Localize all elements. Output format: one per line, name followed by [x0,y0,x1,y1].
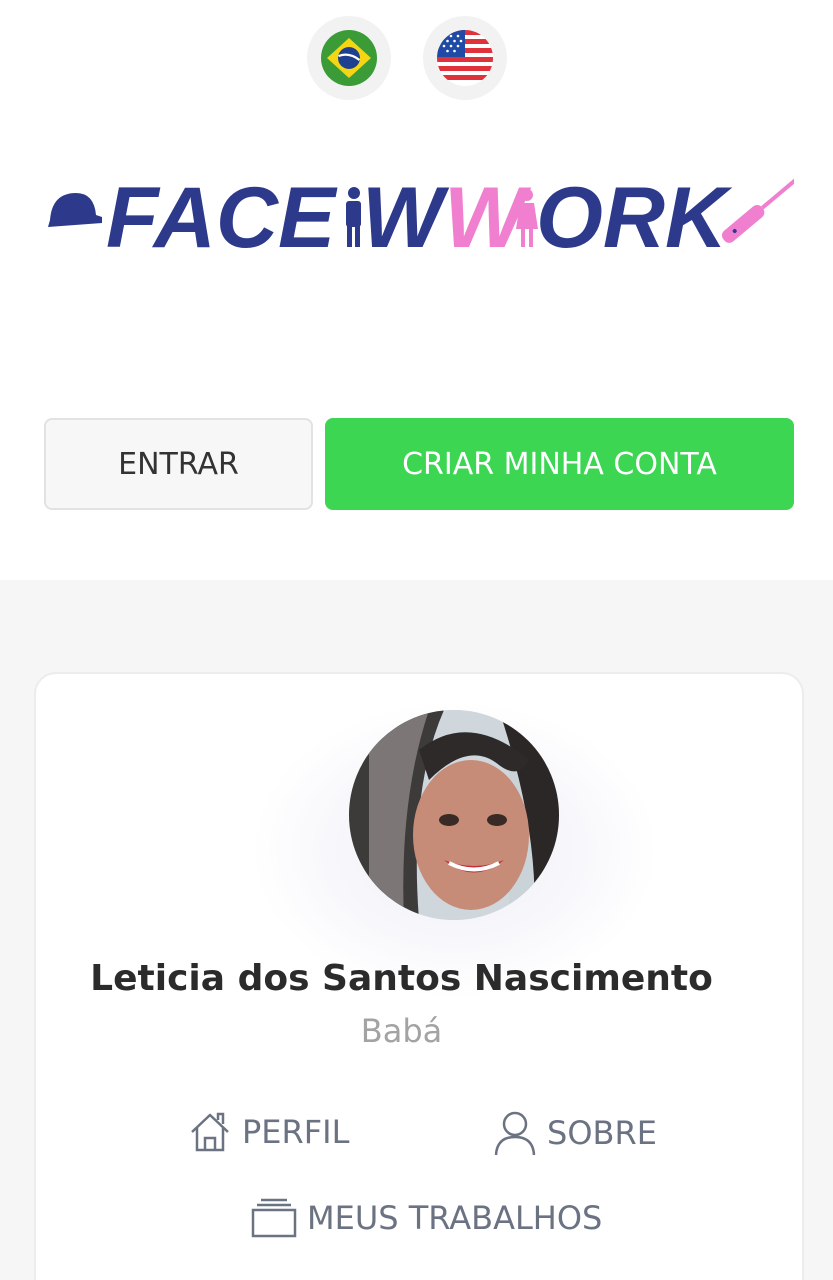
nav-sobre-label: SOBRE [547,1114,657,1152]
home-icon [188,1110,232,1154]
profile-name: Leticia dos Santos Nascimento [90,958,713,999]
nav-sobre[interactable]: SOBRE [493,1110,657,1156]
logo-text-w1: W [362,170,450,260]
nav-perfil[interactable]: PERFIL [188,1110,349,1154]
facework-logo[interactable]: FACE W W ORK [44,155,794,260]
nav-meus-trabalhos[interactable]: MEUS TRABALHOS [251,1198,602,1238]
language-en-us-button[interactable] [423,16,507,100]
brazil-flag-icon [321,30,377,86]
logo-text-face: FACE [106,170,338,260]
nav-perfil-label: PERFIL [242,1113,350,1151]
logo-text-ork: ORK [536,170,733,260]
user-icon [493,1110,537,1156]
profile-role: Babá [360,1012,443,1050]
usa-flag-icon [437,30,493,86]
language-pt-br-button[interactable] [307,16,391,100]
worker-silhouette-icon [346,187,361,247]
login-button[interactable]: ENTRAR [44,418,313,510]
nav-meus-trabalhos-label: MEUS TRABALHOS [307,1199,603,1237]
stack-icon [251,1198,297,1238]
page: FACE W W ORK ENTRAR CRIAR MINHA CONTA Le… [0,0,833,1280]
hard-hat-icon [48,193,102,227]
profile-avatar[interactable] [349,710,559,920]
screwdriver-icon [721,177,794,243]
create-account-button[interactable]: CRIAR MINHA CONTA [325,418,794,510]
